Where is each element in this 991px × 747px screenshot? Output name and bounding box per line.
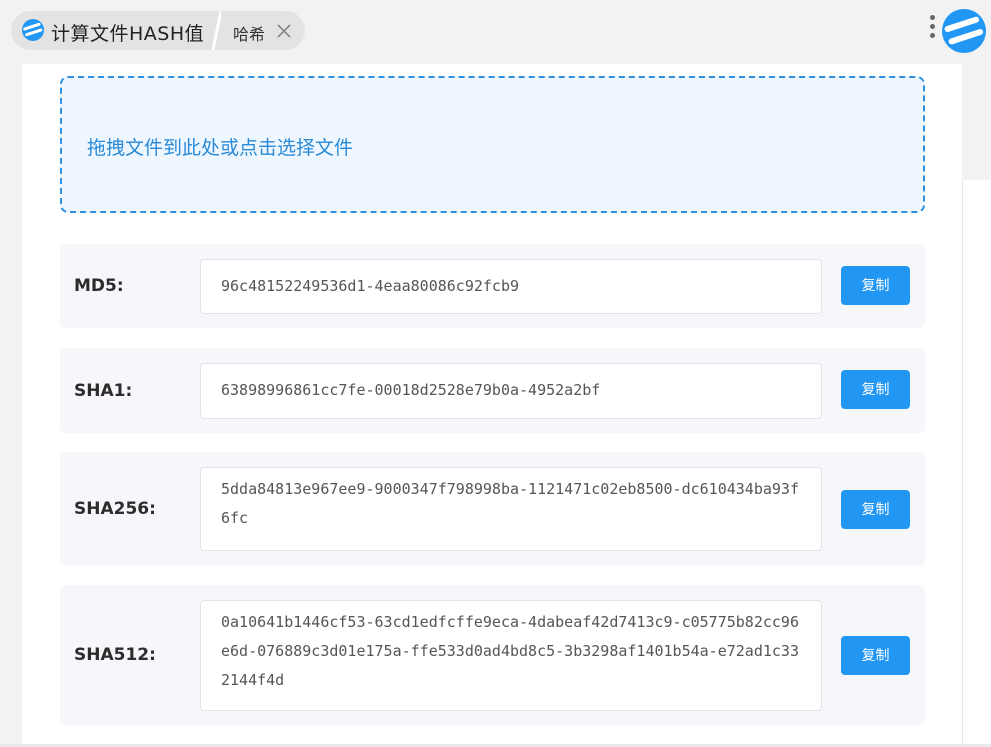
hash-value-md5[interactable]: 96c48152249536d1-4eaa80086c92fcb9 (200, 259, 822, 314)
copy-button-md5[interactable]: 复制 (841, 266, 910, 305)
more-vertical-icon[interactable] (927, 15, 937, 45)
hash-label-md5: MD5: (74, 276, 124, 296)
main-panel: 拖拽文件到此处或点击选择文件 MD5: 96c48152249536d1-4ea… (22, 64, 962, 747)
hash-value-sha512[interactable]: 0a10641b1446cf53-63cd1edfcffe9eca-4dabea… (200, 600, 822, 711)
hash-row-sha256: SHA256: 5dda84813e967ee9-9000347f798998b… (60, 452, 925, 566)
hash-row-sha512: SHA512: 0a10641b1446cf53-63cd1edfcffe9ec… (60, 585, 925, 725)
title-bar: 计算文件HASH值 哈希 (0, 0, 991, 64)
hash-value-sha1[interactable]: 63898996861cc7fe-00018d2528e79b0a-4952a2… (200, 363, 822, 419)
hash-label-sha256: SHA256: (74, 499, 156, 519)
hash-value-sha256[interactable]: 5dda84813e967ee9-9000347f798998ba-112147… (200, 467, 822, 551)
hash-label-sha1: SHA1: (74, 381, 133, 401)
copy-button-sha1[interactable]: 复制 (841, 370, 910, 409)
file-dropzone[interactable]: 拖拽文件到此处或点击选择文件 (60, 76, 925, 213)
tab-separator (211, 11, 221, 50)
hash-label-sha512: SHA512: (74, 645, 156, 665)
dropzone-text: 拖拽文件到此处或点击选择文件 (87, 137, 354, 159)
hash-row-md5: MD5: 96c48152249536d1-4eaa80086c92fcb9 复… (60, 244, 925, 328)
copy-button-sha256[interactable]: 复制 (841, 490, 910, 529)
copy-button-sha512[interactable]: 复制 (841, 636, 910, 675)
corner-app-logo-icon[interactable] (940, 7, 988, 55)
hash-row-sha1: SHA1: 63898996861cc7fe-00018d2528e79b0a-… (60, 348, 925, 433)
scrollbar-track[interactable] (962, 180, 991, 747)
app-title: 计算文件HASH值 (51, 23, 205, 45)
close-icon[interactable] (275, 22, 293, 40)
tab-hash[interactable]: 哈希 (233, 21, 265, 45)
app-logo-icon (22, 19, 44, 41)
tab-group: 计算文件HASH值 哈希 (11, 11, 305, 50)
